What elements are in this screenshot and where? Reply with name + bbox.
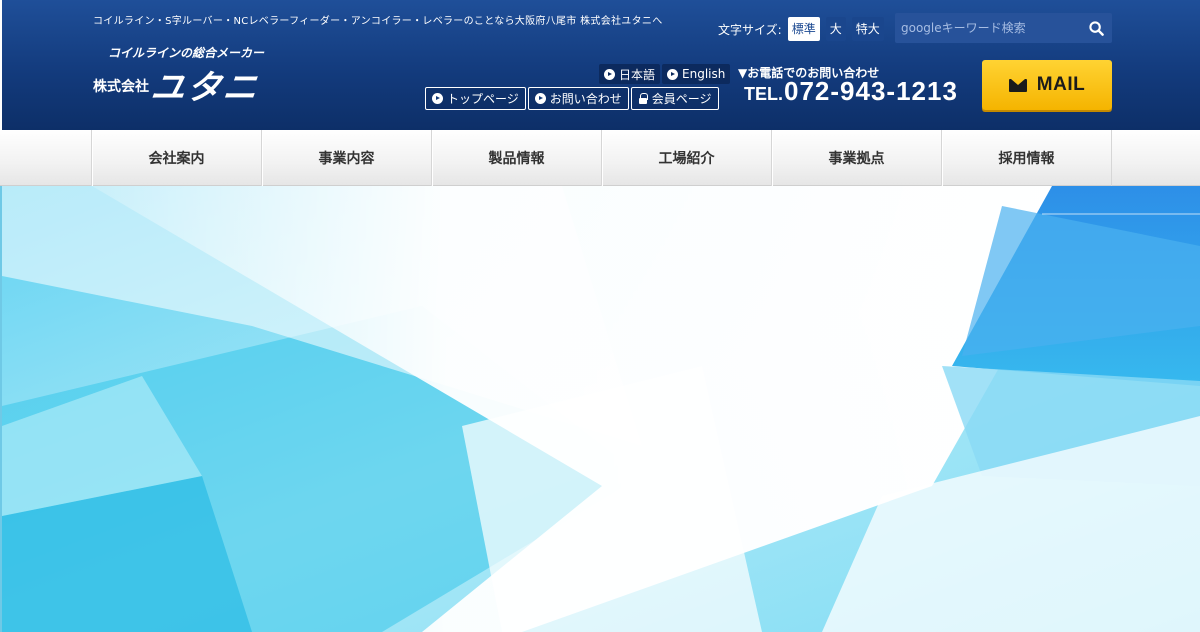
language-switcher: 日本語 English (597, 64, 731, 84)
envelope-icon (1008, 78, 1027, 92)
mail-button[interactable]: MAIL (982, 60, 1112, 110)
nav-item-business[interactable]: 事業内容 (262, 130, 432, 186)
play-circle-icon (534, 93, 546, 104)
nav-item-company[interactable]: 会社案内 (92, 130, 262, 186)
search-box (895, 13, 1112, 43)
hero-banner (2, 186, 1200, 632)
site-header: コイルライン・S字ルーバー・NCレベラーフィーダー・アンコイラー・レベラーのこと… (0, 0, 1200, 130)
tel-number-display[interactable]: TEL. 072-943-1213 (744, 76, 958, 107)
tel-number: 072-943-1213 (784, 76, 958, 106)
lang-japanese-label: 日本語 (619, 67, 656, 82)
play-circle-icon (604, 68, 615, 80)
member-page-label: 会員ページ (651, 92, 712, 106)
search-input[interactable] (895, 13, 1080, 43)
nav-item-recruit[interactable]: 採用情報 (942, 130, 1112, 186)
font-size-xlarge-button[interactable]: 特大 (851, 17, 884, 41)
contact-label: お問い合わせ (549, 92, 622, 106)
font-size-label: 文字サイズ: (718, 22, 782, 37)
lang-english-link[interactable]: English (662, 64, 731, 84)
lock-icon (638, 93, 648, 104)
site-logo[interactable]: 株式会社 ユタニ (93, 68, 262, 108)
search-button[interactable] (1080, 13, 1112, 43)
hero-background-graphic (2, 186, 1200, 632)
member-page-link[interactable]: 会員ページ (630, 87, 719, 110)
font-size-switcher: 文字サイズ: 標準 大 特大 (718, 16, 890, 42)
logo-prefix: 株式会社 (93, 79, 149, 95)
tel-prefix: TEL. (744, 84, 783, 104)
lang-japanese-link[interactable]: 日本語 (599, 64, 661, 84)
top-page-label: トップページ (447, 92, 519, 106)
top-page-link[interactable]: トップページ (425, 87, 526, 110)
play-circle-icon (432, 93, 443, 104)
nav-item-factory[interactable]: 工場紹介 (602, 130, 772, 186)
play-circle-icon (667, 68, 679, 80)
search-icon (1088, 20, 1104, 36)
nav-item-locations[interactable]: 事業拠点 (772, 130, 942, 186)
contact-link[interactable]: お問い合わせ (527, 87, 629, 110)
lang-english-label: English (682, 67, 726, 81)
quick-links: トップページ お問い合わせ 会員ページ (425, 87, 721, 110)
font-size-normal-button[interactable]: 標準 (787, 17, 820, 41)
global-nav: 会社案内 事業内容 製品情報 工場紹介 事業拠点 採用情報 (0, 130, 1200, 186)
nav-item-products[interactable]: 製品情報 (432, 130, 602, 186)
font-size-large-button[interactable]: 大 (825, 17, 846, 41)
mail-button-label: MAIL (1036, 74, 1086, 95)
logo-subtitle: コイルラインの総合メーカー (108, 46, 265, 60)
logo-name: ユタニ (148, 68, 262, 108)
site-tagline: コイルライン・S字ルーバー・NCレベラーフィーダー・アンコイラー・レベラーのこと… (93, 16, 663, 27)
